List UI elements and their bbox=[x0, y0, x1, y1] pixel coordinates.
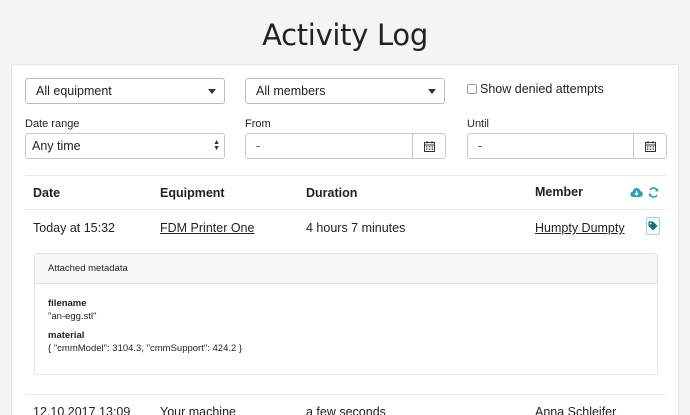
until-label: Until bbox=[467, 118, 490, 130]
tag-icon bbox=[648, 221, 658, 231]
page-title: Activity Log bbox=[262, 18, 428, 52]
from-label: From bbox=[245, 118, 271, 130]
metadata-toggle-button[interactable] bbox=[646, 217, 660, 235]
from-date-value: - bbox=[256, 139, 261, 153]
calendar-icon[interactable] bbox=[412, 134, 445, 158]
calendar-icon[interactable] bbox=[633, 134, 666, 158]
chevron-down-icon bbox=[428, 89, 436, 94]
row-date: 12.10.2017 13:09 bbox=[33, 405, 131, 415]
col-header-equipment: Equipment bbox=[160, 186, 225, 200]
col-header-duration: Duration bbox=[306, 186, 358, 200]
row-equipment[interactable]: Your machine bbox=[160, 405, 236, 415]
show-denied-checkbox[interactable] bbox=[467, 84, 477, 94]
until-date-input[interactable]: - bbox=[467, 133, 667, 159]
row-duration: 4 hours 7 minutes bbox=[306, 221, 406, 235]
row-date: Today at 15:32 bbox=[33, 221, 116, 235]
divider bbox=[25, 209, 666, 210]
row-duration: a few seconds bbox=[306, 405, 386, 415]
from-date-input[interactable]: - bbox=[245, 133, 446, 159]
metadata-value: "an-egg.stl" bbox=[48, 311, 97, 322]
date-range-select[interactable]: Any time ▲ ▼ bbox=[25, 133, 225, 159]
metadata-panel: Attached metadata filename "an-egg.stl" … bbox=[34, 253, 658, 375]
metadata-key: filename bbox=[48, 298, 87, 309]
divider bbox=[25, 175, 666, 176]
show-denied-label: Show denied attempts bbox=[480, 82, 604, 96]
updown-arrows-icon: ▲ ▼ bbox=[213, 139, 220, 152]
equipment-select-value: All equipment bbox=[36, 84, 112, 98]
col-header-date: Date bbox=[33, 186, 61, 200]
show-denied-toggle[interactable]: Show denied attempts bbox=[467, 82, 604, 96]
row-member-link[interactable]: Humpty Dumpty bbox=[535, 221, 625, 235]
divider bbox=[25, 394, 666, 395]
until-date-value: - bbox=[478, 139, 483, 153]
metadata-value: { "cmmModel": 3104.3, "cmmSupport": 424.… bbox=[48, 343, 243, 354]
metadata-title: Attached metadata bbox=[35, 254, 657, 284]
chevron-down-icon bbox=[208, 89, 216, 94]
date-range-value: Any time bbox=[32, 139, 81, 153]
date-range-label: Date range bbox=[25, 118, 80, 130]
equipment-select[interactable]: All equipment bbox=[25, 78, 225, 104]
row-equipment-link[interactable]: FDM Printer One bbox=[160, 221, 254, 235]
col-header-member: Member bbox=[535, 185, 583, 199]
activity-card: All equipment All members Show denied at… bbox=[11, 64, 679, 415]
row-member[interactable]: Anna Schleifer bbox=[535, 405, 616, 415]
refresh-icon[interactable] bbox=[648, 185, 659, 203]
metadata-key: material bbox=[48, 330, 85, 341]
members-select-value: All members bbox=[256, 84, 326, 98]
cloud-download-icon[interactable] bbox=[630, 185, 643, 203]
members-select[interactable]: All members bbox=[245, 78, 445, 104]
